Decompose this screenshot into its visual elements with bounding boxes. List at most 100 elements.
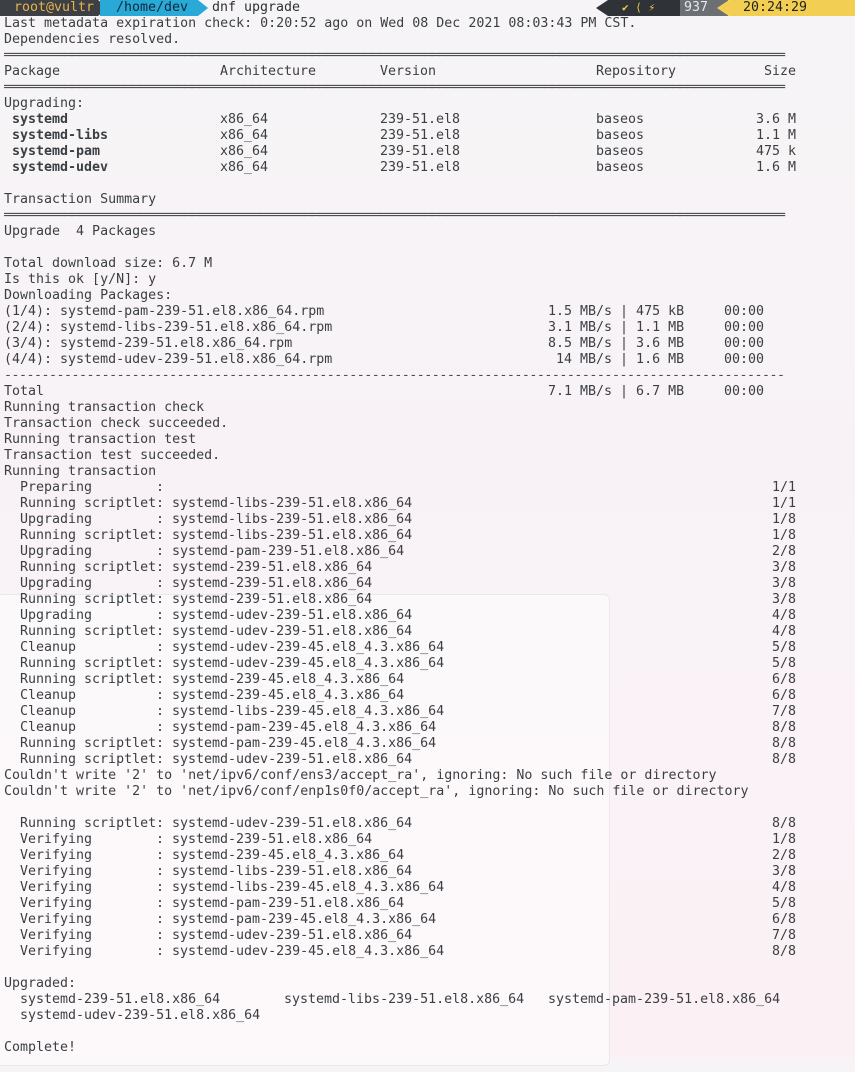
step-row: Verifying: systemd-udev-239-51.el8.x86_64… — [0, 928, 855, 944]
table-row: systemd-libs x86_64 239-51.el8 baseos 1.… — [12, 128, 797, 143]
step-colon: : — [156, 816, 165, 831]
step-count: 3/8 — [772, 592, 797, 607]
step-count: 8/8 — [772, 752, 797, 767]
error-line: Couldn't write '2' to 'net/ipv6/conf/enp… — [4, 784, 749, 799]
prompt-directory: /home/dev — [100, 0, 198, 16]
step-target: systemd-pam-239-51.el8.x86_64 — [172, 544, 405, 559]
step-action: Upgrading — [20, 576, 93, 591]
step-colon: : — [156, 704, 165, 719]
step-row: Cleanup: systemd-239-45.el8_4.3.x86_64 6/8 — [0, 688, 855, 704]
step-colon: : — [156, 640, 165, 655]
table-header: Package Architecture Version Repository … — [4, 64, 797, 79]
step-action: Cleanup — [20, 704, 77, 719]
upgraded-list: systemd-239-51.el8.x86_64 systemd-libs-2… — [20, 992, 781, 1007]
step-action: Verifying — [20, 864, 93, 879]
step-colon: : — [156, 880, 165, 895]
shell-prompt: root@vultr /home/dev dnf upgrade ✔ ⟨ ⚡ 9… — [0, 0, 855, 16]
step-colon: : — [156, 912, 165, 927]
step-colon: : — [156, 720, 165, 735]
status-icons: ✔ ⟨ ⚡ — [608, 0, 680, 16]
step-count: 1/8 — [772, 512, 797, 527]
prompt-separator-icon — [596, 0, 608, 16]
step-count: 3/8 — [772, 576, 797, 591]
download-size: Total download size: 6.7 M — [4, 256, 213, 271]
step-colon: : — [156, 496, 165, 511]
step-action: Upgrading — [20, 512, 93, 527]
separator-double: ════════════════════════════════════════… — [4, 48, 785, 63]
upgraded-title: Upgraded: — [4, 976, 77, 991]
step-row: Verifying: systemd-udev-239-45.el8_4.3.x8… — [0, 944, 855, 960]
step-row: Verifying: systemd-239-45.el8_4.3.x86_64 2… — [0, 848, 855, 864]
step-colon: : — [156, 608, 165, 623]
step-count: 3/8 — [772, 560, 797, 575]
step-colon: : — [156, 848, 165, 863]
table-row: systemd-pam x86_64 239-51.el8 baseos 475… — [12, 144, 797, 159]
step-action: Verifying — [20, 944, 93, 959]
step-action: Verifying — [20, 912, 93, 927]
step-count: 7/8 — [772, 704, 797, 719]
step-row: Upgrading: systemd-pam-239-51.el8.x86_64 2… — [0, 544, 855, 560]
step-count: 5/8 — [772, 656, 797, 671]
step-row: Running scriptlet: systemd-239-45.el8_4.3… — [0, 672, 855, 688]
step-action: Cleanup — [20, 640, 77, 655]
step-action: Running scriptlet — [20, 528, 157, 543]
step-action: Verifying — [20, 880, 93, 895]
step-action: Running scriptlet — [20, 656, 157, 671]
output-line: Dependencies resolved. — [4, 32, 181, 47]
step-row: Running scriptlet: systemd-udev-239-51.el… — [0, 816, 855, 832]
step-row: Cleanup: systemd-libs-239-45.el8_4.3.x86_… — [0, 704, 855, 720]
step-count: 8/8 — [772, 736, 797, 751]
download-row: (3/4): systemd-239-51.el8.x86_64.rpm 8.5… — [4, 336, 765, 351]
downloading-label: Downloading Packages: — [4, 288, 173, 303]
download-total: Total 7.1 MB/s | 6.7 MB 00:00 — [4, 384, 765, 399]
step-count: 3/8 — [772, 864, 797, 879]
separator-double: ════════════════════════════════════════… — [4, 80, 785, 95]
summary-upgrade: Upgrade 4 Packages — [4, 224, 157, 239]
output-line: Last metadata expiration check: 0:20:52 … — [4, 16, 637, 31]
step-action: Cleanup — [20, 720, 77, 735]
step-row: Running scriptlet: systemd-udev-239-51.el… — [0, 752, 855, 768]
prompt-separator-icon — [717, 0, 729, 16]
step-colon: : — [156, 944, 165, 959]
output-line: Running transaction test — [4, 432, 197, 447]
step-action: Preparing — [20, 480, 93, 495]
step-action: Upgrading — [20, 608, 93, 623]
step-target: systemd-udev-239-45.el8_4.3.x86_64 — [172, 656, 445, 671]
step-target: systemd-libs-239-45.el8_4.3.x86_64 — [172, 880, 445, 895]
complete-message: Complete! — [4, 1040, 77, 1055]
step-colon: : — [156, 752, 165, 767]
step-colon: : — [156, 864, 165, 879]
step-count: 8/8 — [772, 944, 797, 959]
confirm-prompt: Is this ok [y/N]: y — [4, 272, 157, 287]
step-action: Running scriptlet — [20, 624, 157, 639]
step-target: systemd-libs-239-51.el8.x86_64 — [172, 512, 413, 527]
step-target: systemd-239-45.el8_4.3.x86_64 — [172, 672, 405, 687]
table-row: systemd x86_64 239-51.el8 baseos 3.6 M — [12, 112, 797, 127]
step-count: 8/8 — [772, 816, 797, 831]
step-action: Verifying — [20, 832, 93, 847]
step-count: 1/1 — [772, 496, 797, 511]
step-target: systemd-239-45.el8_4.3.x86_64 — [172, 688, 405, 703]
output-line: Running transaction — [4, 464, 157, 479]
transaction-steps: Preparing: 1/1 Running scriptlet: systemd-l… — [0, 480, 855, 768]
step-row: Verifying: systemd-libs-239-51.el8.x86_64… — [0, 864, 855, 880]
step-colon: : — [156, 624, 165, 639]
step-target: systemd-239-51.el8.x86_64 — [172, 832, 373, 847]
step-target: systemd-libs-239-51.el8.x86_64 — [172, 864, 413, 879]
step-target: systemd-udev-239-51.el8.x86_64 — [172, 816, 413, 831]
step-count: 5/8 — [772, 896, 797, 911]
step-row: Verifying: systemd-239-51.el8.x86_64 1/8 — [0, 832, 855, 848]
terminal-output: root@vultr /home/dev dnf upgrade ✔ ⟨ ⚡ 9… — [0, 0, 855, 1056]
step-colon: : — [156, 672, 165, 687]
step-colon: : — [156, 480, 165, 495]
download-row: (1/4): systemd-pam-239-51.el8.x86_64.rpm… — [4, 304, 765, 319]
step-action: Running scriptlet — [20, 496, 157, 511]
step-count: 8/8 — [772, 720, 797, 735]
step-count: 4/8 — [772, 624, 797, 639]
step-count: 4/8 — [772, 880, 797, 895]
step-row: Running scriptlet: systemd-239-51.el8.x86… — [0, 592, 855, 608]
step-count: 1/8 — [772, 832, 797, 847]
step-target: systemd-239-51.el8.x86_64 — [172, 592, 373, 607]
prompt-separator-icon — [198, 0, 208, 16]
error-line: Couldn't write '2' to 'net/ipv6/conf/ens… — [4, 768, 717, 783]
